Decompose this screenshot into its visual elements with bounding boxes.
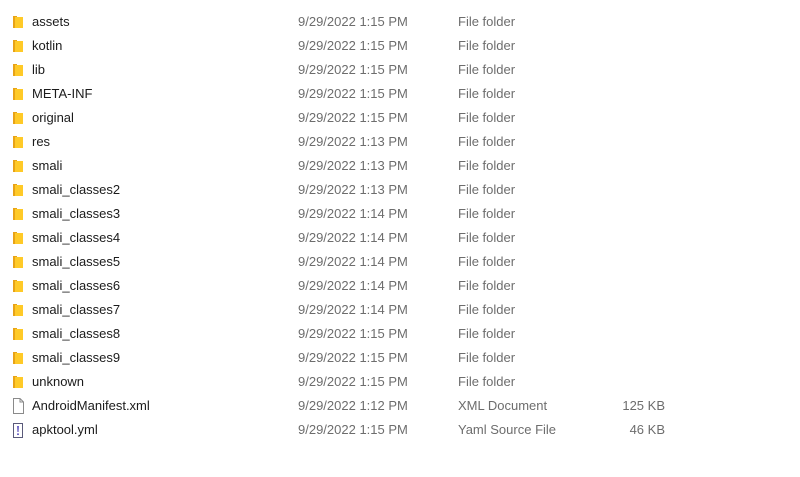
file-name: assets xyxy=(32,14,70,29)
list-item[interactable]: apktool.yml 9/29/2022 1:15 PM Yaml Sourc… xyxy=(0,418,800,442)
file-type: File folder xyxy=(458,62,516,77)
yaml-file-icon xyxy=(11,422,25,438)
date-modified: 9/29/2022 1:12 PM xyxy=(298,398,408,413)
folder-icon xyxy=(11,326,25,342)
list-item[interactable]: smali_classes5 9/29/2022 1:14 PM File fo… xyxy=(0,250,800,274)
file-type: File folder xyxy=(458,182,516,197)
folder-icon xyxy=(11,62,25,78)
file-type: File folder xyxy=(458,254,516,269)
file-name: smali_classes5 xyxy=(32,254,121,269)
file-type: Yaml Source File xyxy=(458,422,557,437)
date-modified: 9/29/2022 1:14 PM xyxy=(298,278,408,293)
file-name: smali_classes6 xyxy=(32,278,121,293)
file-type: File folder xyxy=(458,158,516,173)
file-name: original xyxy=(32,110,74,125)
folder-icon xyxy=(11,134,25,150)
list-item[interactable]: smali_classes3 9/29/2022 1:14 PM File fo… xyxy=(0,202,800,226)
folder-icon xyxy=(11,230,25,246)
date-modified: 9/29/2022 1:13 PM xyxy=(298,158,408,173)
file-size: 125 KB xyxy=(622,398,665,413)
folder-icon xyxy=(11,374,25,390)
file-name: smali xyxy=(32,158,63,173)
xml-file-icon xyxy=(11,398,25,414)
date-modified: 9/29/2022 1:15 PM xyxy=(298,326,408,341)
file-name: smali_classes2 xyxy=(32,182,121,197)
date-modified: 9/29/2022 1:15 PM xyxy=(298,14,408,29)
file-name: smali_classes4 xyxy=(32,230,121,245)
file-name: smali_classes7 xyxy=(32,302,121,317)
file-name: smali_classes9 xyxy=(32,350,121,365)
file-name: smali_classes8 xyxy=(32,326,121,341)
date-modified: 9/29/2022 1:15 PM xyxy=(298,38,408,53)
file-type: File folder xyxy=(458,206,516,221)
folder-icon xyxy=(11,38,25,54)
list-item[interactable]: AndroidManifest.xml 9/29/2022 1:12 PM XM… xyxy=(0,394,800,418)
file-name: unknown xyxy=(32,374,85,389)
file-type: XML Document xyxy=(458,398,548,413)
list-item[interactable]: smali_classes2 9/29/2022 1:13 PM File fo… xyxy=(0,178,800,202)
file-type: File folder xyxy=(458,38,516,53)
list-item[interactable]: assets 9/29/2022 1:15 PM File folder xyxy=(0,10,800,34)
file-type: File folder xyxy=(458,326,516,341)
list-item[interactable]: smali_classes9 9/29/2022 1:15 PM File fo… xyxy=(0,346,800,370)
list-item[interactable]: smali_classes7 9/29/2022 1:14 PM File fo… xyxy=(0,298,800,322)
folder-icon xyxy=(11,182,25,198)
list-item[interactable]: smali 9/29/2022 1:13 PM File folder xyxy=(0,154,800,178)
list-item[interactable]: kotlin 9/29/2022 1:15 PM File folder xyxy=(0,34,800,58)
file-type: File folder xyxy=(458,278,516,293)
file-type: File folder xyxy=(458,110,516,125)
folder-icon xyxy=(11,206,25,222)
folder-icon xyxy=(11,86,25,102)
date-modified: 9/29/2022 1:15 PM xyxy=(298,422,408,437)
date-modified: 9/29/2022 1:15 PM xyxy=(298,350,408,365)
list-item[interactable]: smali_classes8 9/29/2022 1:15 PM File fo… xyxy=(0,322,800,346)
list-item[interactable]: META-INF 9/29/2022 1:15 PM File folder xyxy=(0,82,800,106)
folder-icon xyxy=(11,14,25,30)
file-name: res xyxy=(32,134,51,149)
date-modified: 9/29/2022 1:14 PM xyxy=(298,230,408,245)
list-item[interactable]: lib 9/29/2022 1:15 PM File folder xyxy=(0,58,800,82)
date-modified: 9/29/2022 1:14 PM xyxy=(298,302,408,317)
folder-icon xyxy=(11,278,25,294)
file-name: META-INF xyxy=(32,86,93,101)
folder-icon xyxy=(11,254,25,270)
file-name: AndroidManifest.xml xyxy=(32,398,150,413)
date-modified: 9/29/2022 1:15 PM xyxy=(298,62,408,77)
date-modified: 9/29/2022 1:13 PM xyxy=(298,134,408,149)
file-name: kotlin xyxy=(32,38,63,53)
date-modified: 9/29/2022 1:14 PM xyxy=(298,254,408,269)
file-type: File folder xyxy=(458,302,516,317)
list-item[interactable]: smali_classes6 9/29/2022 1:14 PM File fo… xyxy=(0,274,800,298)
file-list: assets 9/29/2022 1:15 PM File folder kot… xyxy=(0,10,800,442)
date-modified: 9/29/2022 1:14 PM xyxy=(298,206,408,221)
date-modified: 9/29/2022 1:13 PM xyxy=(298,182,408,197)
folder-icon xyxy=(11,110,25,126)
list-item[interactable]: smali_classes4 9/29/2022 1:14 PM File fo… xyxy=(0,226,800,250)
date-modified: 9/29/2022 1:15 PM xyxy=(298,110,408,125)
file-name: lib xyxy=(32,62,46,77)
folder-icon xyxy=(11,302,25,318)
folder-icon xyxy=(11,158,25,174)
file-type: File folder xyxy=(458,86,516,101)
date-modified: 9/29/2022 1:15 PM xyxy=(298,374,408,389)
file-type: File folder xyxy=(458,134,516,149)
folder-icon xyxy=(11,350,25,366)
file-name: smali_classes3 xyxy=(32,206,121,221)
file-name: apktool.yml xyxy=(32,422,98,437)
file-type: File folder xyxy=(458,374,516,389)
list-item[interactable]: original 9/29/2022 1:15 PM File folder xyxy=(0,106,800,130)
list-item[interactable]: res 9/29/2022 1:13 PM File folder xyxy=(0,130,800,154)
file-size: 46 KB xyxy=(629,422,665,437)
date-modified: 9/29/2022 1:15 PM xyxy=(298,86,408,101)
file-type: File folder xyxy=(458,230,516,245)
list-item[interactable]: unknown 9/29/2022 1:15 PM File folder xyxy=(0,370,800,394)
file-type: File folder xyxy=(458,14,516,29)
file-type: File folder xyxy=(458,350,516,365)
